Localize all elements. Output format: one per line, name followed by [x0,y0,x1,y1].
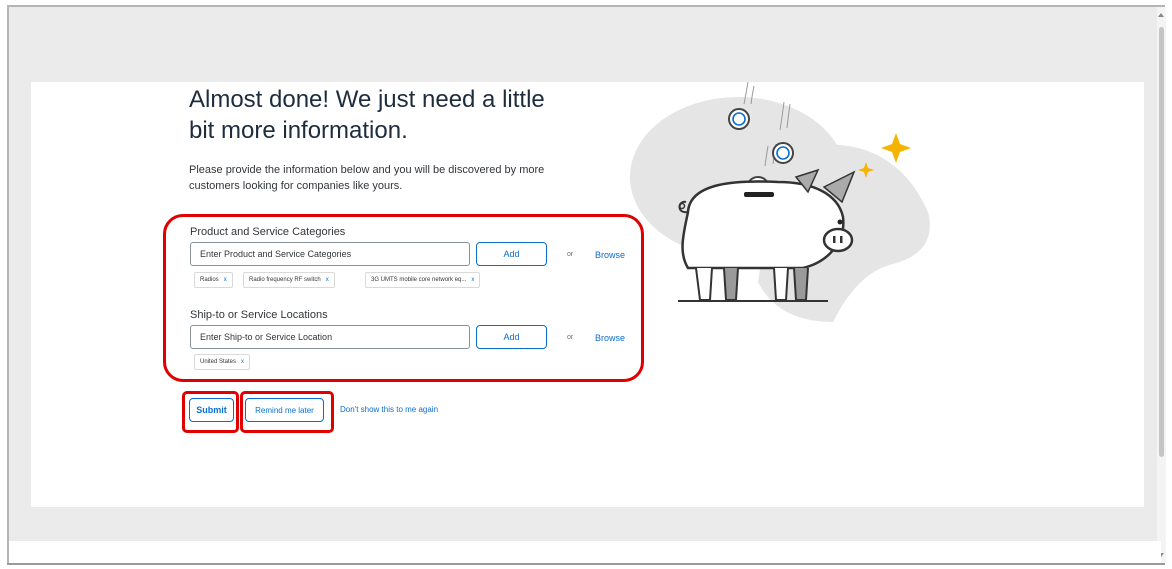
vertical-scrollbar[interactable] [1157,7,1166,563]
intro-text: Please provide the information below and… [189,164,545,192]
category-chip-rf-switch: Radio frequency RF switch x [243,272,335,288]
page-title: Almost done! We just need a little bit m… [189,86,545,144]
chip-label: 3G UMTS mobile core network eq... [371,277,467,283]
remind-me-later-button[interactable]: Remind me later [245,398,324,422]
scroll-up-arrow-icon[interactable] [1158,13,1164,17]
dont-show-again-link[interactable]: Don't show this to me again [340,405,438,414]
remove-chip-icon[interactable]: x [326,277,329,283]
chip-label: Radios [200,277,219,283]
add-location-button[interactable]: Add [476,325,547,349]
dollar-coin-icon [772,142,794,164]
page-footer-strip [9,541,1161,563]
submit-button[interactable]: Submit [189,398,234,422]
locations-input[interactable] [190,325,470,349]
locations-label: Ship-to or Service Locations [190,309,328,321]
remove-chip-icon[interactable]: x [241,359,244,365]
euro-coin-icon [728,108,750,130]
add-category-button[interactable]: Add [476,242,547,266]
locations-or-text: or [567,334,574,341]
browse-locations-link[interactable]: Browse [595,333,625,343]
chip-label: Radio frequency RF switch [249,277,321,283]
piggy-bank-illustration [630,82,930,322]
categories-label: Product and Service Categories [190,226,346,238]
chip-label: United States [200,359,237,365]
location-chip-united-states: United States x [194,354,251,370]
categories-input[interactable] [190,242,470,266]
category-chip-radios: Radios x [194,272,233,288]
scrollbar-thumb[interactable] [1159,27,1164,457]
categories-or-text: or [567,251,574,258]
category-chip-3g-umts: 3G UMTS mobile core network eq... x [365,272,481,288]
remove-chip-icon[interactable]: x [471,277,474,283]
browse-categories-link[interactable]: Browse [595,250,625,260]
remove-chip-icon[interactable]: x [224,277,227,283]
footer-border [7,563,1165,565]
